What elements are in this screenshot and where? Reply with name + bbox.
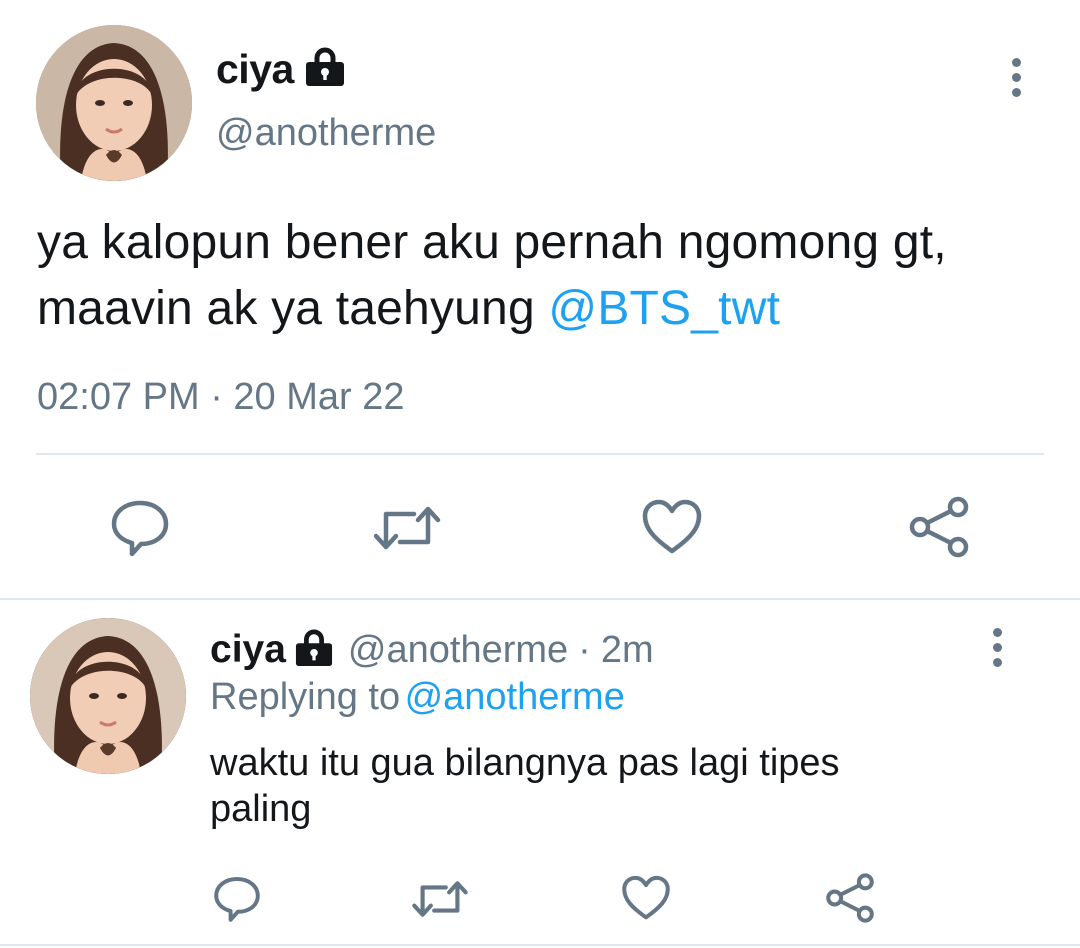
avatar[interactable] <box>36 25 192 181</box>
retweet-icon[interactable] <box>410 876 470 922</box>
lock-icon <box>294 629 334 672</box>
mention-link[interactable]: @BTS_twt <box>548 282 780 335</box>
replying-to-label: Replying to <box>210 676 401 718</box>
retweet-icon[interactable] <box>372 500 442 556</box>
meta-separator: · <box>578 628 591 671</box>
divider <box>36 453 1044 455</box>
more-vertical-icon[interactable] <box>1012 58 1021 103</box>
reply-text: waktu itu gua bilangnya pas lagi tipes p… <box>210 740 1050 832</box>
user-handle[interactable]: @anotherme <box>348 629 568 672</box>
reply-text-line2: paling <box>210 788 312 830</box>
more-vertical-icon[interactable] <box>993 628 1002 673</box>
avatar[interactable] <box>30 618 186 774</box>
tweet-text-line1: ya kalopun bener aku pernah ngomong gt, <box>37 216 947 269</box>
display-name[interactable]: ciya <box>216 46 294 93</box>
lock-icon <box>304 47 346 92</box>
heart-icon[interactable] <box>620 874 672 922</box>
share-icon[interactable] <box>908 496 970 558</box>
tweet-timestamp[interactable]: 02:07 PM · 20 Mar 22 <box>37 376 405 419</box>
reply-text-line1: waktu itu gua bilangnya pas lagi tipes <box>210 742 840 784</box>
user-handle[interactable]: @anotherme <box>216 112 436 155</box>
display-name[interactable]: ciya <box>210 628 286 672</box>
share-icon[interactable] <box>824 872 876 924</box>
heart-icon[interactable] <box>641 498 703 556</box>
comment-icon[interactable] <box>108 496 172 560</box>
divider <box>0 944 1080 946</box>
tweet-text-line2: maavin ak ya taehyung <box>37 282 535 335</box>
comment-icon[interactable] <box>212 874 262 924</box>
divider <box>0 598 1080 600</box>
tweet-text: ya kalopun bener aku pernah ngomong gt, … <box>37 210 1057 342</box>
tweet-time-ago[interactable]: 2m <box>601 629 654 672</box>
replying-to-handle[interactable]: @anotherme <box>405 676 625 718</box>
